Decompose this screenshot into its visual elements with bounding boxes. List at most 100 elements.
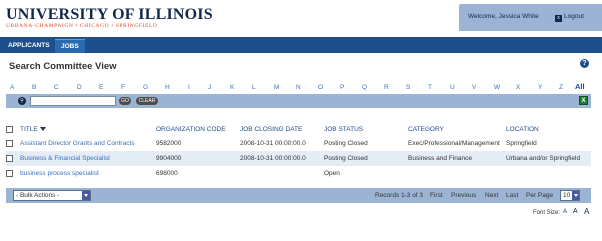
alpha-link-w[interactable]: W: [494, 84, 500, 91]
alpha-link-s[interactable]: S: [406, 84, 410, 91]
tab-applicants[interactable]: APPLICANTS: [2, 39, 56, 53]
cell-status: Open: [324, 170, 340, 177]
campus-springfield: SPRINGFIELD: [115, 23, 158, 29]
records-count: Records 1-3 of 3: [375, 192, 424, 199]
alpha-link-e[interactable]: E: [99, 84, 103, 91]
logout-link[interactable]: x Logout: [555, 13, 584, 22]
search-input[interactable]: [30, 96, 116, 106]
column-closing-date[interactable]: JOB CLOSING DATE: [240, 123, 324, 136]
campus-chicago: CHICAGO: [79, 23, 110, 29]
search-bar: ⚲ GO CLEAR X: [6, 94, 591, 108]
table-row: business process specialist 698000 Open: [6, 166, 591, 181]
cell-location: Springfield: [506, 140, 537, 147]
chevron-down-icon: [572, 191, 579, 200]
chevron-down-icon: [82, 191, 90, 200]
main-nav: APPLICANTS JOBS: [0, 37, 602, 53]
alpha-link-o[interactable]: O: [318, 84, 323, 91]
cell-closing-date: 2008-10-31 00:00:00.0: [240, 140, 306, 147]
page-title: Search Committee View: [9, 61, 117, 72]
cell-closing-date: 2008-10-31 00:00:00.0: [240, 151, 324, 166]
column-location[interactable]: LOCATION: [506, 123, 591, 136]
cell-org-code: 9582000: [156, 140, 182, 147]
logout-icon: x: [555, 15, 562, 22]
cell-closing-date: [240, 166, 324, 181]
bulk-actions-select[interactable]: - Bulk Actions -: [13, 190, 91, 201]
tab-jobs[interactable]: JOBS: [55, 39, 85, 53]
row-checkbox[interactable]: [6, 169, 13, 177]
campus-urbana: URBANA-CHAMPAIGN: [6, 23, 74, 29]
row-checkbox[interactable]: [6, 154, 13, 162]
cell-status: Posting Closed: [324, 151, 408, 166]
alpha-link-h[interactable]: H: [165, 84, 170, 91]
alpha-link-k[interactable]: K: [230, 84, 234, 91]
alpha-link-u[interactable]: U: [450, 84, 455, 91]
column-title-label: TITLE: [20, 126, 38, 133]
clear-button[interactable]: CLEAR: [136, 97, 158, 105]
alpha-link-f[interactable]: F: [121, 84, 125, 91]
alpha-link-p[interactable]: P: [340, 84, 344, 91]
logo-title: UNIVERSITY OF ILLINOIS: [6, 6, 213, 23]
excel-export-icon[interactable]: X: [579, 96, 588, 105]
header: UNIVERSITY OF ILLINOIS URBANA-CHAMPAIGN …: [0, 0, 602, 36]
table-header-row: TITLE ORGANIZATION CODE JOB CLOSING DATE…: [6, 123, 591, 136]
per-page-value: 10: [563, 192, 571, 199]
alpha-link-m[interactable]: M: [274, 84, 279, 91]
alpha-link-all[interactable]: All: [575, 82, 585, 91]
font-size-large[interactable]: A: [584, 207, 589, 216]
job-title-link[interactable]: Assistant Director Grants and Contracts: [20, 140, 135, 147]
previous-page-link[interactable]: Previous: [451, 192, 476, 199]
alpha-link-y[interactable]: Y: [538, 84, 542, 91]
cell-location: [506, 166, 591, 181]
alpha-link-c[interactable]: C: [54, 84, 59, 91]
column-category[interactable]: CATEGORY: [408, 123, 506, 136]
row-checkbox[interactable]: [6, 139, 13, 147]
alpha-link-j[interactable]: J: [208, 84, 211, 91]
column-org-code[interactable]: ORGANIZATION CODE: [156, 123, 240, 136]
column-title[interactable]: TITLE: [20, 123, 156, 136]
help-icon[interactable]: ?: [580, 59, 589, 68]
font-size-small[interactable]: A: [563, 209, 567, 215]
alpha-link-v[interactable]: V: [472, 84, 476, 91]
next-page-link[interactable]: Next: [485, 192, 498, 199]
alpha-link-g[interactable]: G: [143, 84, 148, 91]
font-size-medium[interactable]: A: [573, 208, 578, 215]
cell-location: Urbana and/or Springfield: [506, 151, 591, 166]
cell-category: [408, 166, 506, 181]
font-size-label: Font Size:: [533, 210, 561, 216]
cell-category: Exec/Professional/Management: [408, 140, 500, 147]
table-row: Business & Financial Specialist 9904000 …: [6, 151, 591, 166]
university-logo: UNIVERSITY OF ILLINOIS URBANA-CHAMPAIGN …: [6, 6, 213, 30]
per-page-label: Per Page: [526, 192, 554, 199]
alpha-filter: A B C D E F G H I J K L M N O P Q R S T …: [0, 82, 602, 94]
go-button[interactable]: GO: [119, 97, 131, 105]
user-box: Welcome, Jessica White x Logout: [459, 4, 602, 31]
alpha-link-q[interactable]: Q: [362, 84, 367, 91]
alpha-link-b[interactable]: B: [32, 84, 36, 91]
alpha-link-z[interactable]: Z: [559, 84, 563, 91]
welcome-text: Welcome, Jessica White: [468, 13, 539, 20]
cell-org-code: 698000: [156, 170, 178, 177]
alpha-link-n[interactable]: N: [296, 84, 301, 91]
first-page-link[interactable]: First: [430, 192, 443, 199]
alpha-link-i[interactable]: I: [188, 84, 190, 91]
job-title-link[interactable]: business process specialist: [20, 170, 99, 177]
alpha-link-l[interactable]: L: [252, 84, 256, 91]
alpha-link-d[interactable]: D: [77, 84, 82, 91]
job-title-link[interactable]: Business & Financial Specialist: [20, 155, 110, 162]
alpha-link-t[interactable]: T: [428, 84, 432, 91]
sort-desc-icon: [39, 127, 46, 132]
alpha-link-a[interactable]: A: [10, 84, 14, 91]
bulk-actions-label: - Bulk Actions -: [16, 192, 60, 199]
last-page-link[interactable]: Last: [506, 192, 518, 199]
per-page-select[interactable]: 10: [560, 190, 580, 201]
table-row: Assistant Director Grants and Contracts …: [6, 136, 591, 151]
pagination-bar: - Bulk Actions - Records 1-3 of 3 First …: [6, 188, 591, 203]
logo-campuses: URBANA-CHAMPAIGN • CHICAGO • SPRINGFIELD: [6, 23, 158, 29]
alpha-link-r[interactable]: R: [384, 84, 389, 91]
jobs-table: TITLE ORGANIZATION CODE JOB CLOSING DATE…: [6, 123, 591, 181]
cell-category: Business and Finance: [408, 151, 506, 166]
logout-label: Logout: [564, 13, 584, 20]
column-job-status[interactable]: JOB STATUS: [324, 123, 408, 136]
alpha-link-x[interactable]: X: [516, 84, 520, 91]
select-all-checkbox[interactable]: [6, 125, 13, 133]
